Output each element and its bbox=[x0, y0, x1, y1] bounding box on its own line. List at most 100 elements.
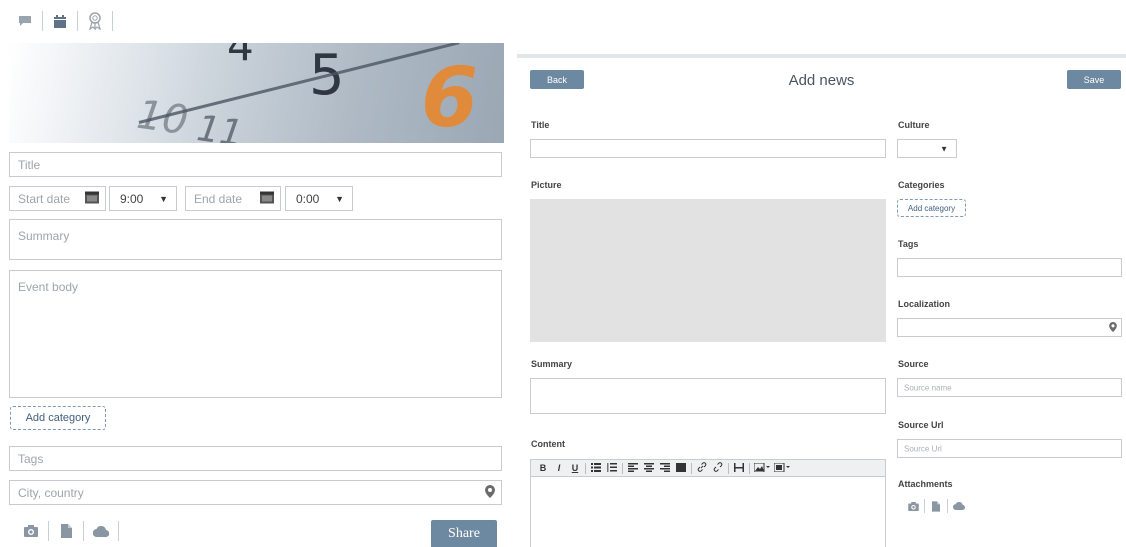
cloud-icon bbox=[953, 502, 965, 510]
document-icon bbox=[932, 500, 940, 512]
numbered-list-button[interactable] bbox=[604, 462, 620, 474]
align-right-button[interactable] bbox=[657, 462, 673, 474]
event-attachments bbox=[20, 520, 125, 542]
summary-label: Summary bbox=[531, 359, 573, 369]
editor-toolbar: B I U bbox=[530, 459, 886, 477]
end-date-placeholder: End date bbox=[194, 191, 243, 206]
cloud-icon bbox=[93, 525, 109, 537]
camera-icon bbox=[24, 525, 38, 537]
tags-label: Tags bbox=[898, 239, 919, 249]
chevron-down-icon: ▼ bbox=[159, 193, 168, 204]
picture-dropzone[interactable] bbox=[530, 199, 886, 342]
title-placeholder: Title bbox=[18, 157, 41, 172]
award-tab[interactable] bbox=[84, 10, 106, 32]
insert-image-button[interactable] bbox=[752, 462, 772, 474]
news-add-category-button[interactable]: Add category bbox=[897, 199, 966, 217]
icon-divider bbox=[83, 521, 84, 541]
calendar-icon[interactable] bbox=[260, 191, 274, 206]
news-attach-document-button[interactable] bbox=[928, 498, 944, 514]
bulleted-list-button[interactable] bbox=[588, 462, 604, 474]
unlink-button[interactable] bbox=[710, 462, 726, 474]
end-date-input[interactable]: End date bbox=[185, 186, 281, 211]
tab-divider bbox=[112, 11, 113, 31]
chevron-down-icon: ▼ bbox=[335, 193, 344, 204]
summary-textarea[interactable]: Summary bbox=[9, 219, 502, 260]
image-icon bbox=[753, 462, 770, 472]
news-title-input[interactable] bbox=[530, 139, 886, 158]
news-tags-input[interactable] bbox=[897, 258, 1122, 277]
underline-button[interactable]: U bbox=[567, 463, 583, 473]
start-date-input[interactable]: Start date bbox=[9, 186, 106, 211]
add-category-button[interactable]: Add category bbox=[10, 406, 106, 430]
source-label: Source bbox=[898, 359, 929, 369]
news-attach-cloud-button[interactable] bbox=[951, 498, 967, 514]
summary-placeholder: Summary bbox=[18, 229, 70, 243]
content-label: Content bbox=[531, 439, 565, 449]
attach-cloud-button[interactable] bbox=[90, 520, 112, 542]
start-time-select[interactable]: 9:00 ▼ bbox=[109, 186, 177, 211]
insert-link-button[interactable] bbox=[694, 462, 710, 474]
end-time-select[interactable]: 0:00 ▼ bbox=[285, 186, 353, 211]
banner-number: 11 bbox=[194, 108, 246, 143]
justify-icon bbox=[676, 462, 686, 472]
banner-number: 6 bbox=[421, 51, 479, 143]
italic-button[interactable]: I bbox=[551, 463, 567, 473]
content-editor[interactable] bbox=[530, 477, 886, 547]
comment-icon bbox=[18, 15, 32, 27]
news-attach-photo-button[interactable] bbox=[905, 498, 921, 514]
title-input[interactable]: Title bbox=[9, 152, 502, 177]
attach-document-button[interactable] bbox=[55, 520, 77, 542]
calendar-icon[interactable] bbox=[85, 191, 99, 206]
icon-divider bbox=[118, 521, 119, 541]
align-left-button[interactable] bbox=[625, 462, 641, 474]
horizontal-rule-button[interactable] bbox=[731, 462, 747, 474]
start-date-placeholder: Start date bbox=[18, 191, 71, 206]
toolbar-divider bbox=[622, 462, 623, 474]
location-input[interactable]: City, country bbox=[9, 480, 502, 505]
attach-photo-button[interactable] bbox=[20, 520, 42, 542]
banner-number: 4 bbox=[227, 43, 254, 70]
align-center-icon bbox=[644, 462, 654, 472]
tags-input[interactable]: Tags bbox=[9, 446, 502, 471]
culture-label: Culture bbox=[898, 120, 930, 130]
justify-button[interactable] bbox=[673, 462, 689, 474]
calendar-banner-image: 10 11 4 5 6 bbox=[9, 43, 504, 143]
title-label: Title bbox=[531, 120, 550, 130]
insert-media-button[interactable] bbox=[772, 462, 792, 474]
tab-divider bbox=[77, 11, 78, 31]
award-icon bbox=[88, 12, 102, 30]
add-news-panel: Back Add news Save Title Picture Summary… bbox=[517, 54, 1126, 547]
source-url-input[interactable]: Source Url bbox=[897, 439, 1122, 458]
calendar-icon bbox=[54, 14, 66, 28]
event-body-textarea[interactable]: Event body bbox=[9, 270, 502, 398]
news-summary-textarea[interactable] bbox=[530, 378, 886, 414]
source-url-placeholder: Source Url bbox=[904, 444, 942, 453]
save-button[interactable]: Save bbox=[1067, 70, 1121, 89]
composer-tabs bbox=[14, 10, 119, 32]
icon-divider bbox=[48, 521, 49, 541]
localization-input[interactable] bbox=[897, 318, 1122, 337]
tags-placeholder: Tags bbox=[18, 451, 44, 466]
map-pin-icon bbox=[485, 484, 495, 501]
culture-select[interactable]: ▼ bbox=[897, 139, 957, 158]
toolbar-divider bbox=[749, 462, 750, 474]
page-title: Add news bbox=[788, 72, 855, 89]
horizontal-rule-icon bbox=[734, 462, 744, 472]
share-button[interactable]: Share bbox=[431, 520, 497, 547]
toolbar-divider bbox=[728, 462, 729, 474]
event-tab[interactable] bbox=[49, 10, 71, 32]
categories-label: Categories bbox=[898, 180, 945, 190]
comment-tab[interactable] bbox=[14, 10, 36, 32]
bold-button[interactable]: B bbox=[535, 463, 551, 473]
clock-hand bbox=[138, 43, 460, 124]
tab-divider bbox=[42, 11, 43, 31]
attachments-label: Attachments bbox=[898, 479, 953, 489]
numbered-list-icon bbox=[607, 462, 617, 472]
toolbar-divider bbox=[585, 462, 586, 474]
icon-divider bbox=[947, 499, 948, 513]
align-center-button[interactable] bbox=[641, 462, 657, 474]
align-left-icon bbox=[628, 462, 638, 472]
document-icon bbox=[60, 524, 72, 538]
source-name-input[interactable]: Source name bbox=[897, 378, 1122, 397]
media-icon bbox=[773, 462, 790, 472]
